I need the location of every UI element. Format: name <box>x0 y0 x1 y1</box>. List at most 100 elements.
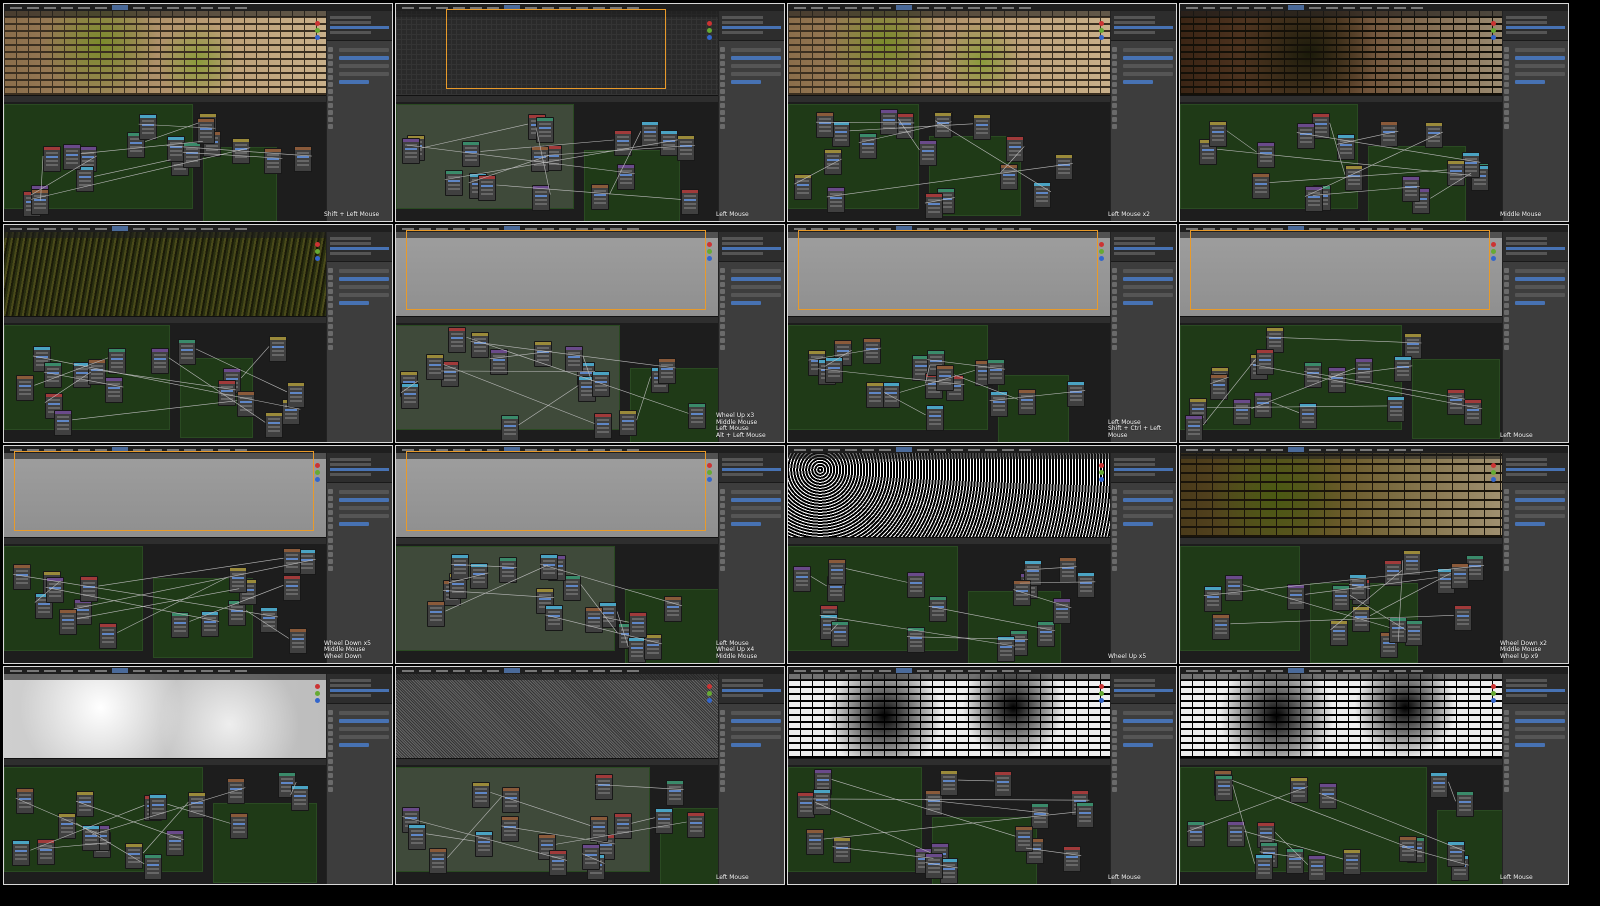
property-tabs[interactable] <box>328 266 335 352</box>
property-tabs[interactable] <box>328 708 335 794</box>
material-properties[interactable] <box>327 41 392 91</box>
viewport-header[interactable] <box>4 232 326 238</box>
3d-viewport[interactable] <box>4 232 326 316</box>
shader-node-editor[interactable] <box>788 316 1110 442</box>
navigation-gizmo[interactable] <box>1491 21 1499 47</box>
navigation-gizmo[interactable] <box>1491 242 1499 268</box>
property-tabs[interactable] <box>1504 487 1511 573</box>
top-menu-bar[interactable] <box>1180 446 1568 453</box>
property-tabs[interactable] <box>1112 45 1119 131</box>
material-properties[interactable] <box>1503 41 1568 91</box>
top-menu-bar[interactable] <box>788 446 1176 453</box>
property-tabs[interactable] <box>1504 45 1511 131</box>
outliner[interactable] <box>1503 453 1568 483</box>
top-menu-bar[interactable] <box>788 4 1176 11</box>
outliner[interactable] <box>1111 453 1176 483</box>
navigation-gizmo[interactable] <box>315 684 323 710</box>
property-tabs[interactable] <box>1504 266 1511 352</box>
material-properties[interactable] <box>1503 483 1568 533</box>
3d-viewport[interactable] <box>4 451 326 537</box>
shader-node-editor[interactable] <box>788 758 1110 884</box>
top-menu-bar[interactable] <box>4 225 392 232</box>
top-menu-bar[interactable] <box>1180 667 1568 674</box>
shader-node-editor[interactable] <box>396 758 718 884</box>
property-tabs[interactable] <box>1504 708 1511 794</box>
3d-viewport[interactable] <box>396 230 718 316</box>
viewport-header[interactable] <box>1180 11 1502 17</box>
material-properties[interactable] <box>1111 41 1176 91</box>
material-properties[interactable] <box>719 41 784 91</box>
viewport-header[interactable] <box>1180 453 1502 459</box>
outliner[interactable] <box>327 453 392 483</box>
shader-node-editor[interactable] <box>788 537 1110 663</box>
3d-viewport[interactable] <box>396 9 718 95</box>
shader-node-editor[interactable] <box>1180 537 1502 663</box>
viewport-header[interactable] <box>788 11 1110 17</box>
navigation-gizmo[interactable] <box>707 21 715 47</box>
property-tabs[interactable] <box>328 487 335 573</box>
outliner[interactable] <box>719 232 784 262</box>
outliner[interactable] <box>719 11 784 41</box>
shader-node-editor[interactable] <box>4 95 326 221</box>
navigation-gizmo[interactable] <box>707 463 715 489</box>
viewport-header[interactable] <box>4 674 326 680</box>
material-properties[interactable] <box>1111 483 1176 533</box>
navigation-gizmo[interactable] <box>1099 242 1107 268</box>
navigation-gizmo[interactable] <box>1099 463 1107 489</box>
material-properties[interactable] <box>719 483 784 533</box>
material-properties[interactable] <box>327 704 392 754</box>
property-tabs[interactable] <box>720 487 727 573</box>
property-tabs[interactable] <box>1112 708 1119 794</box>
outliner[interactable] <box>719 453 784 483</box>
shader-node-editor[interactable] <box>396 316 718 442</box>
shader-node-editor[interactable] <box>788 95 1110 221</box>
viewport-header[interactable] <box>788 453 1110 459</box>
navigation-gizmo[interactable] <box>1491 463 1499 489</box>
property-tabs[interactable] <box>328 45 335 131</box>
3d-viewport[interactable] <box>396 451 718 537</box>
navigation-gizmo[interactable] <box>315 463 323 489</box>
shader-node-editor[interactable] <box>1180 316 1502 442</box>
property-tabs[interactable] <box>1112 487 1119 573</box>
property-tabs[interactable] <box>720 266 727 352</box>
top-menu-bar[interactable] <box>396 667 784 674</box>
top-menu-bar[interactable] <box>4 4 392 11</box>
property-tabs[interactable] <box>1112 266 1119 352</box>
top-menu-bar[interactable] <box>1180 4 1568 11</box>
navigation-gizmo[interactable] <box>707 684 715 710</box>
outliner[interactable] <box>1503 674 1568 704</box>
3d-viewport[interactable] <box>396 674 718 758</box>
outliner[interactable] <box>1111 11 1176 41</box>
outliner[interactable] <box>1503 232 1568 262</box>
material-properties[interactable] <box>719 704 784 754</box>
navigation-gizmo[interactable] <box>1099 684 1107 710</box>
top-menu-bar[interactable] <box>788 667 1176 674</box>
3d-viewport[interactable] <box>4 11 326 95</box>
3d-viewport[interactable] <box>788 453 1110 537</box>
viewport-header[interactable] <box>788 674 1110 680</box>
shader-node-editor[interactable] <box>1180 95 1502 221</box>
material-properties[interactable] <box>719 262 784 312</box>
shader-node-editor[interactable] <box>396 537 718 663</box>
outliner[interactable] <box>1111 674 1176 704</box>
navigation-gizmo[interactable] <box>1491 684 1499 710</box>
3d-viewport[interactable] <box>1180 453 1502 537</box>
outliner[interactable] <box>719 674 784 704</box>
viewport-header[interactable] <box>1180 674 1502 680</box>
3d-viewport[interactable] <box>4 674 326 758</box>
material-properties[interactable] <box>327 262 392 312</box>
shader-node-editor[interactable] <box>4 758 326 884</box>
material-properties[interactable] <box>1503 704 1568 754</box>
material-properties[interactable] <box>327 483 392 533</box>
outliner[interactable] <box>1111 232 1176 262</box>
navigation-gizmo[interactable] <box>315 242 323 268</box>
shader-node-editor[interactable] <box>4 316 326 442</box>
outliner[interactable] <box>327 232 392 262</box>
material-properties[interactable] <box>1111 262 1176 312</box>
property-tabs[interactable] <box>720 45 727 131</box>
outliner[interactable] <box>327 674 392 704</box>
3d-viewport[interactable] <box>788 11 1110 95</box>
material-properties[interactable] <box>1111 704 1176 754</box>
shader-node-editor[interactable] <box>4 537 326 663</box>
3d-viewport[interactable] <box>788 674 1110 758</box>
